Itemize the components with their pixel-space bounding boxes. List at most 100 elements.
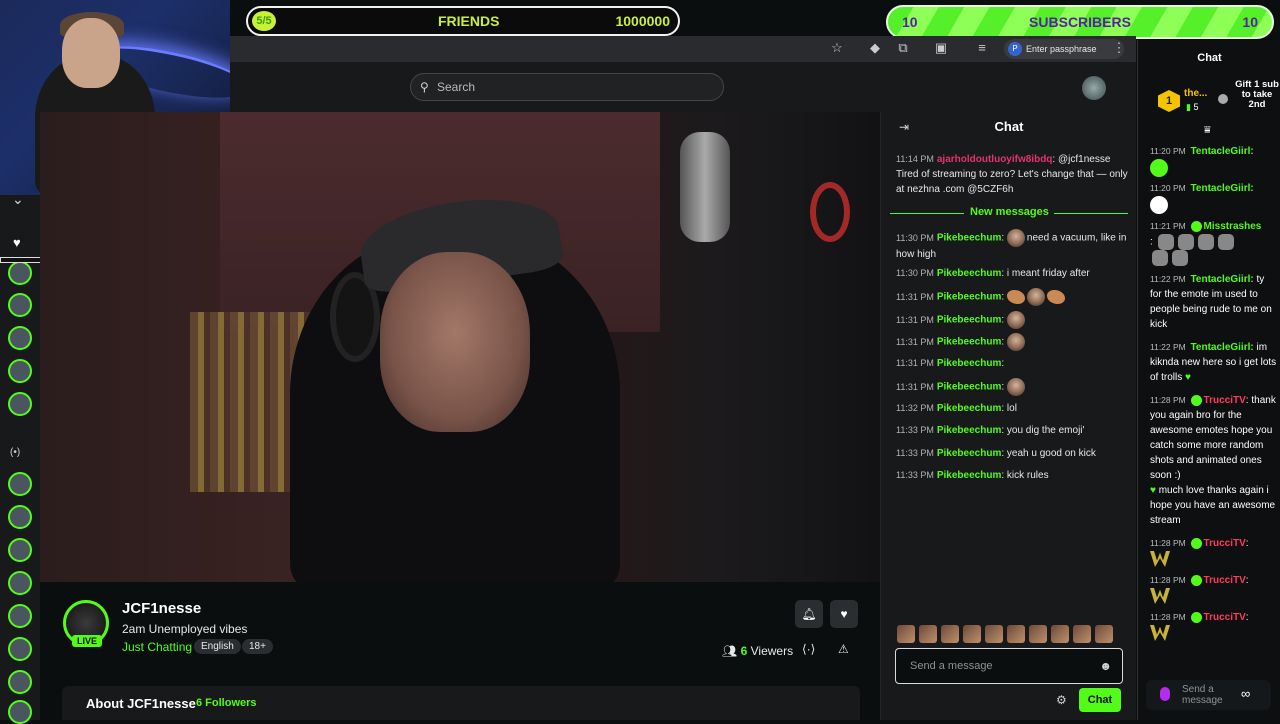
collapse-chat-icon[interactable]: ⇥ xyxy=(899,112,909,142)
filter-icon[interactable]: ⩸ xyxy=(1204,124,1211,137)
star-icon[interactable]: ☆ xyxy=(830,41,844,55)
message-username[interactable]: Pikebeechum xyxy=(937,292,1001,303)
chat-message-input[interactable]: Send a message ☻ xyxy=(895,648,1123,684)
friends-goal-ball: 5/5 xyxy=(252,11,276,31)
live-channel-avatar[interactable] xyxy=(8,670,32,694)
message-timestamp: 11:28 PM xyxy=(1150,395,1186,405)
stream-category[interactable]: Just Chatting xyxy=(122,640,192,654)
message-username[interactable]: ajarholdoutluoyifw8ibdq xyxy=(937,154,1053,165)
emoji-picker-icon[interactable]: ☻ xyxy=(1099,649,1112,683)
followed-channel-avatar[interactable] xyxy=(8,293,32,317)
message-text: you dig the emoji' xyxy=(1006,425,1085,436)
message-timestamp: 11:31 PM xyxy=(896,381,934,392)
overlay-message: 11:28 PM TrucciTV: xyxy=(1150,536,1278,567)
chat-message: 11:33 PM Pikebeechum: kick rules xyxy=(896,470,1049,481)
gift-leaderboard: 1 the... ▮ 5 Gift 1 sub to take 2nd xyxy=(1158,80,1279,120)
streamer-name[interactable]: JCF1nesse xyxy=(122,600,201,617)
face-emote-icon xyxy=(1006,333,1025,351)
message-username[interactable]: Pikebeechum xyxy=(937,233,1001,244)
emote-button[interactable] xyxy=(941,625,959,643)
emote-button[interactable] xyxy=(1029,625,1047,643)
live-channel-avatar[interactable] xyxy=(8,700,32,724)
overlay-chat-input[interactable]: Send a message ∞ xyxy=(1146,680,1271,710)
followed-channel-avatar[interactable] xyxy=(8,261,32,285)
message-username: TentacleGiirl: xyxy=(1190,342,1254,353)
emote-button[interactable] xyxy=(1073,625,1091,643)
about-section: About JCF1nesse 6 Followers xyxy=(62,686,860,720)
menu-dots-icon[interactable]: ⋮ xyxy=(1112,41,1126,55)
share-icon[interactable]: ⟨·⟩ xyxy=(802,642,815,656)
message-username[interactable]: Pikebeechum xyxy=(937,403,1001,414)
followed-channel-avatar[interactable] xyxy=(8,359,32,383)
live-channel-avatar[interactable] xyxy=(8,538,32,562)
message-text: lol xyxy=(1006,403,1017,414)
emote-button[interactable] xyxy=(1007,625,1025,643)
stream-info: LIVE JCF1nesse 2am Unemployed vibes Just… xyxy=(40,582,880,720)
extension-diamond-icon[interactable]: ◆ xyxy=(868,41,882,55)
overlay-message: 11:22 PM TentacleGiirl: ty for the emote… xyxy=(1150,272,1278,332)
passphrase-extension[interactable]: P Enter passphrase xyxy=(1004,39,1124,59)
emote-button[interactable] xyxy=(919,625,937,643)
message-username[interactable]: Pikebeechum xyxy=(937,448,1001,459)
followed-channel-avatar[interactable] xyxy=(8,326,32,350)
message-username: TrucciTV xyxy=(1203,538,1246,549)
infinity-icon[interactable]: ∞ xyxy=(1241,686,1250,701)
tag-language[interactable]: English xyxy=(194,639,241,654)
new-messages-divider: New messages xyxy=(890,206,1128,220)
live-channel-avatar[interactable] xyxy=(8,637,32,661)
report-warning-icon[interactable]: ⚠ xyxy=(838,642,849,656)
emote-button[interactable] xyxy=(963,625,981,643)
live-channel-avatar[interactable] xyxy=(8,505,32,529)
gift-badge-icon xyxy=(1218,94,1228,104)
emote-button[interactable] xyxy=(1051,625,1069,643)
cat-emote-icon xyxy=(1172,250,1188,266)
message-text: kick rules xyxy=(1006,470,1049,481)
chevron-down-icon[interactable]: ⌄ xyxy=(12,191,24,208)
message-username[interactable]: Pikebeechum xyxy=(937,425,1001,436)
message-timestamp: 11:20 PM xyxy=(1150,146,1186,156)
friends-goal-label: FRIENDS xyxy=(438,13,500,29)
heart-icon[interactable]: ♥ xyxy=(13,235,21,250)
gear-icon[interactable]: ⚙ xyxy=(1056,693,1067,707)
message-timestamp: 11:20 PM xyxy=(1150,183,1186,193)
search-input[interactable]: ⚲ Search xyxy=(410,73,724,101)
tag-mature[interactable]: 18+ xyxy=(242,639,273,654)
chat-panel: ⇥ Chat 11:14 PM ajarholdoutluoyifw8ibdq: … xyxy=(880,112,1136,720)
puzzle-icon[interactable]: ⧉ xyxy=(896,41,910,55)
message-text: i meant friday after xyxy=(1006,268,1090,279)
screen-icon[interactable]: ▣ xyxy=(934,41,948,55)
follow-heart-button[interactable]: ♥ xyxy=(830,600,858,628)
message-username: TrucciTV xyxy=(1203,612,1246,623)
emote-button[interactable] xyxy=(985,625,1003,643)
emote-button[interactable] xyxy=(1095,625,1113,643)
followed-channel-avatar[interactable] xyxy=(8,392,32,416)
flex-emote-icon xyxy=(1006,290,1025,304)
notification-bell-button[interactable]: 🔔︎ xyxy=(795,600,823,628)
live-channel-avatar[interactable] xyxy=(8,472,32,496)
video-player[interactable] xyxy=(40,112,880,582)
site-header: ⚲ Search xyxy=(230,62,1136,112)
friends-goal-value: 1000000 xyxy=(615,13,670,29)
chat-title: Chat xyxy=(994,119,1024,134)
user-avatar[interactable] xyxy=(1082,76,1106,100)
emote-button[interactable] xyxy=(897,625,915,643)
heart-icon: ♥ xyxy=(840,607,848,621)
message-username[interactable]: Pikebeechum xyxy=(937,315,1001,326)
queue-icon[interactable]: ≡ xyxy=(975,41,989,55)
chat-input-placeholder: Send a message xyxy=(910,660,993,672)
subscribers-label: SUBSCRIBERS xyxy=(1029,14,1131,30)
message-username[interactable]: Pikebeechum xyxy=(937,268,1001,279)
chat-message: 11:31 PM Pikebeechum: xyxy=(896,358,1005,369)
new-messages-label: New messages xyxy=(970,206,1049,218)
subscribers-right-count: 10 xyxy=(1242,14,1258,30)
divider-line xyxy=(1054,213,1128,214)
face-emote-icon xyxy=(1006,229,1025,247)
live-channel-avatar[interactable] xyxy=(8,604,32,628)
message-username[interactable]: Pikebeechum xyxy=(937,470,1001,481)
message-username[interactable]: Pikebeechum xyxy=(937,382,1001,393)
microphone-icon[interactable] xyxy=(1160,687,1170,701)
send-chat-button[interactable]: Chat xyxy=(1079,688,1121,712)
live-channel-avatar[interactable] xyxy=(8,571,32,595)
message-username[interactable]: Pikebeechum xyxy=(937,358,1001,369)
message-username[interactable]: Pikebeechum xyxy=(937,337,1001,348)
